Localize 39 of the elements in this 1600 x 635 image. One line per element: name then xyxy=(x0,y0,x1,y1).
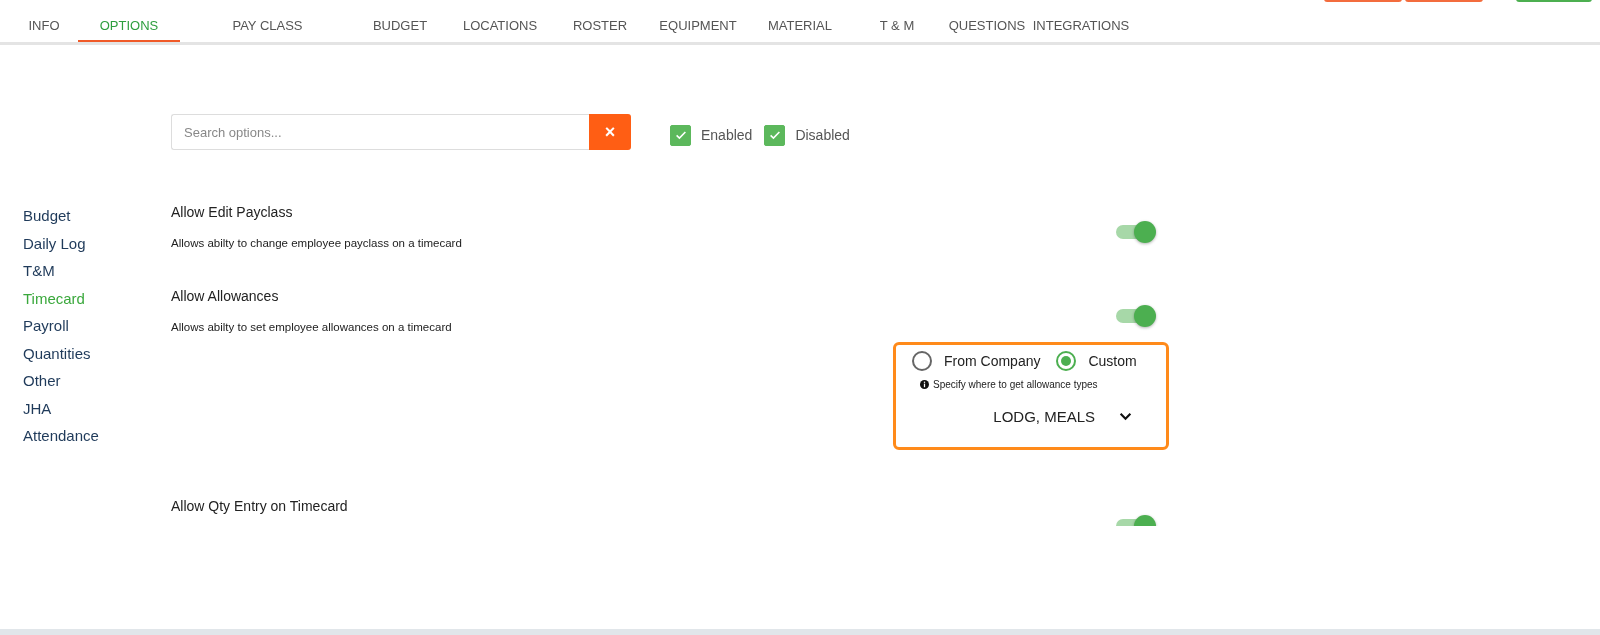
tab[interactable]: LOCATIONS xyxy=(445,0,555,42)
tab[interactable]: QUESTIONS xyxy=(945,0,1029,42)
sidebar-item[interactable]: JHA xyxy=(23,398,52,426)
allowance-select[interactable]: LODG, MEALS xyxy=(912,408,1152,425)
sidebar-item[interactable]: Budget xyxy=(23,206,71,234)
option-title: Allow Edit Payclass xyxy=(171,204,294,220)
tab[interactable]: EQUIPMENT xyxy=(645,0,751,42)
tab[interactable]: OPTIONS xyxy=(78,0,180,42)
radio-button[interactable] xyxy=(1056,351,1077,371)
info-icon xyxy=(920,380,929,389)
radio-button[interactable] xyxy=(912,351,932,371)
sidebar-item[interactable]: T&M xyxy=(23,261,55,289)
checkbox[interactable] xyxy=(764,124,786,146)
option-description: Allows abilty to set employee allowances on a timecard xyxy=(171,321,452,333)
tab[interactable]: PAY CLASS xyxy=(180,0,355,42)
tab[interactable]: INFO xyxy=(10,0,78,42)
option-title: Allow Qty Entry on Timecard xyxy=(171,498,348,514)
hint-text: Specify where to get allowance types xyxy=(933,379,1098,390)
sidebar-item[interactable]: Payroll xyxy=(23,316,69,344)
sidebar-item[interactable]: Daily Log xyxy=(23,233,86,261)
sidebar-item[interactable]: Other xyxy=(23,371,61,399)
tab[interactable]: ROSTER xyxy=(555,0,645,42)
option-title: Allow Allowances xyxy=(171,288,280,304)
toggle-switch[interactable] xyxy=(1114,220,1156,244)
checkbox-label: Enabled xyxy=(701,127,753,143)
tab[interactable]: T & M xyxy=(849,0,945,42)
checkbox-label: Disabled xyxy=(795,127,850,143)
search-field[interactable]: Search options... xyxy=(171,114,589,150)
radio-label: Custom xyxy=(1088,353,1137,369)
option-description: Allows abilty to change employee payclass on a timecard xyxy=(171,237,462,249)
tab[interactable]: INTEGRATIONS xyxy=(1029,0,1133,42)
sidebar-item[interactable]: Quantities xyxy=(23,343,91,371)
toggle-switch[interactable] xyxy=(1114,304,1156,328)
radio-label: From Company xyxy=(944,353,1041,369)
tab[interactable]: BUDGET xyxy=(355,0,445,42)
sidebar-item[interactable]: Attendance xyxy=(23,426,99,454)
tab[interactable]: MATERIAL xyxy=(751,0,849,42)
checkbox[interactable] xyxy=(670,124,691,146)
chevron-down-icon xyxy=(1119,412,1132,421)
